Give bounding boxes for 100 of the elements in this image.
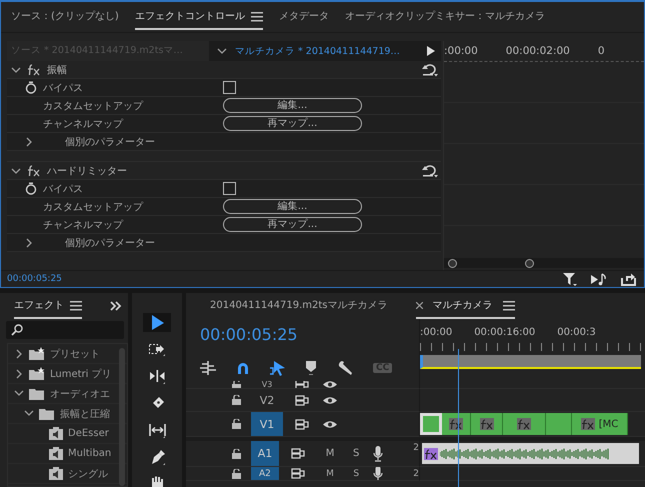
- lock-icon[interactable]: [232, 448, 241, 458]
- tree-item[interactable]: Lumetri プリ: [50, 366, 112, 380]
- lock-icon[interactable]: [232, 468, 241, 478]
- parameter-button[interactable]: 編集...: [223, 199, 362, 214]
- panel-tab[interactable]: エフェクト: [14, 293, 82, 319]
- marker-icon[interactable]: [306, 361, 317, 375]
- ruler-label: 0: [598, 45, 605, 57]
- track-target[interactable]: A1: [251, 441, 279, 466]
- tree-item[interactable]: シングル: [68, 466, 108, 480]
- fx-icon: [27, 64, 41, 76]
- microphone-icon[interactable]: [373, 446, 384, 462]
- expand-chevron-icon[interactable]: [11, 66, 21, 74]
- audio-effect-icon: [49, 467, 63, 480]
- track-target[interactable]: A2: [251, 467, 279, 480]
- panel-tab[interactable]: エフェクトコントロール: [134, 4, 263, 30]
- stopwatch-icon[interactable]: [25, 182, 37, 195]
- stopwatch-icon[interactable]: [25, 81, 37, 94]
- work-area-bar[interactable]: [420, 355, 641, 369]
- panel-tab[interactable]: メタデータ: [278, 4, 329, 30]
- solo-button[interactable]: S: [343, 468, 370, 478]
- expand-chevron-icon[interactable]: [24, 408, 34, 418]
- ruler-label: :00:00: [444, 45, 478, 57]
- filter-icon[interactable]: [563, 272, 577, 286]
- sync-lock-icon[interactable]: [295, 394, 309, 406]
- tree-item[interactable]: DeEsser: [68, 428, 109, 439]
- close-icon[interactable]: [416, 302, 422, 308]
- reset-icon[interactable]: [421, 62, 439, 76]
- expand-chevron-icon[interactable]: [25, 238, 33, 248]
- expand-chevron-icon[interactable]: [25, 136, 33, 146]
- wrench-icon[interactable]: [337, 360, 353, 376]
- eye-icon[interactable]: [323, 420, 337, 428]
- expand-chevron-icon[interactable]: [14, 348, 24, 358]
- video-clip[interactable]: [546, 413, 572, 435]
- bypass-checkbox[interactable]: [223, 182, 236, 195]
- scroll-handle[interactable]: [448, 258, 457, 268]
- bracket-arrows-icon[interactable]: [148, 421, 166, 440]
- tree-item[interactable]: オーディオエ: [50, 386, 110, 400]
- audio-clip[interactable]: [422, 443, 639, 464]
- tree-item[interactable]: 振幅と圧縮: [60, 406, 110, 420]
- parameter-label: カスタムセットアップ: [43, 100, 143, 112]
- fx-badge-icon[interactable]: [424, 448, 438, 460]
- video-clip[interactable]: [MC: [572, 413, 628, 435]
- menu-icon[interactable]: [70, 300, 82, 310]
- lock-icon[interactable]: [232, 381, 241, 388]
- magnet-icon[interactable]: [236, 361, 250, 375]
- play-audio-icon[interactable]: [591, 272, 607, 286]
- lock-icon[interactable]: [232, 395, 241, 405]
- reset-icon[interactable]: [421, 164, 439, 178]
- parameter-label: 個別のパラメーター: [65, 236, 155, 250]
- mute-button[interactable]: M: [316, 468, 344, 478]
- effect-name: 振幅: [47, 64, 67, 76]
- parameter-button[interactable]: 再マップ...: [223, 217, 362, 232]
- track-target[interactable]: V1: [251, 412, 283, 436]
- track-target[interactable]: V2: [251, 389, 283, 411]
- mute-button[interactable]: M: [316, 448, 344, 459]
- parameter-label: チャンネルマップ: [43, 218, 123, 232]
- menu-icon[interactable]: [502, 300, 514, 310]
- video-clip[interactable]: [503, 413, 546, 435]
- panel-tab[interactable]: ソース：(クリップなし): [11, 4, 119, 30]
- parameter-button[interactable]: 編集...: [223, 98, 362, 113]
- video-clip[interactable]: [442, 413, 471, 435]
- tree-item[interactable]: Multiban: [68, 448, 112, 459]
- fx-badge-icon[interactable]: [449, 418, 463, 430]
- sync-lock-icon[interactable]: [295, 418, 309, 430]
- play-triangle-icon[interactable]: [427, 46, 435, 56]
- microphone-icon[interactable]: [373, 467, 384, 480]
- timecode[interactable]: 00:00:05:25: [200, 325, 419, 344]
- panel-tab[interactable]: 20140411144719.m2tsマルチカメラ: [210, 293, 388, 319]
- parameter-button[interactable]: 再マップ...: [223, 116, 362, 131]
- bypass-checkbox[interactable]: [223, 81, 236, 94]
- scroll-handle[interactable]: [525, 258, 534, 268]
- export-icon[interactable]: [621, 272, 636, 286]
- video-clip[interactable]: [471, 413, 503, 435]
- eye-icon[interactable]: [323, 396, 337, 404]
- nest-icon[interactable]: [200, 361, 216, 375]
- audio-effect-icon: [49, 447, 63, 460]
- solo-button[interactable]: S: [343, 448, 370, 459]
- lock-icon[interactable]: [232, 419, 241, 429]
- fx-badge-icon[interactable]: [480, 418, 494, 430]
- expand-chevron-icon[interactable]: [14, 368, 24, 378]
- split-arrows-icon[interactable]: [148, 367, 166, 386]
- sync-lock-icon[interactable]: [290, 448, 305, 459]
- sync-lock-icon[interactable]: [290, 468, 305, 479]
- zoom-scrollbar[interactable]: [444, 258, 644, 268]
- search-field[interactable]: [6, 321, 124, 339]
- folder-star-icon: [29, 347, 45, 360]
- fx-badge-icon[interactable]: [580, 418, 595, 430]
- tree-item[interactable]: プリセット: [50, 346, 100, 360]
- sequence-clip-dropdown[interactable]: マルチカメラ * 20140411144719…: [209, 44, 427, 58]
- folder-star-icon: [29, 367, 45, 380]
- menu-icon[interactable]: [250, 10, 263, 22]
- expand-chevron-icon[interactable]: [11, 166, 21, 174]
- expand-chevron-icon[interactable]: [14, 388, 24, 398]
- double-chevron-icon[interactable]: [110, 301, 122, 311]
- ruler-label: 00:00:16:00: [474, 327, 536, 338]
- panel-tab[interactable]: マルチカメラ: [416, 293, 514, 319]
- panel-tab[interactable]: オーディオクリップミキサー：マルチカメラ: [344, 4, 545, 30]
- eye-icon[interactable]: [323, 381, 337, 388]
- ruler-label: 00:00:02:00: [506, 45, 570, 57]
- linked-selection-icon[interactable]: [270, 360, 286, 376]
